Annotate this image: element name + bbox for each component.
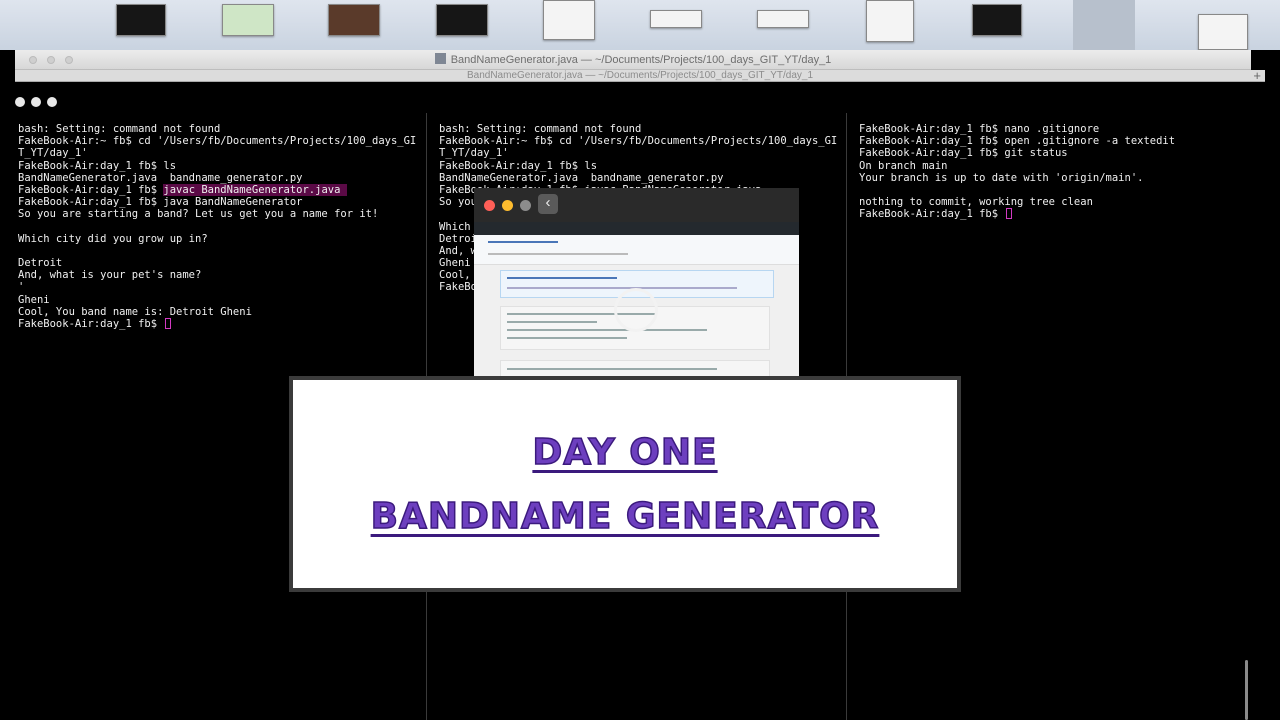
terminal-title: BandNameGenerator.java — ~/Documents/Pro… [466,70,813,81]
terminal-line: And, what is your pet's name? [18,269,202,282]
minimize-button[interactable] [502,200,513,211]
terminal-line: bash: Setting: command not found [439,123,642,135]
placeholder-line [488,241,558,243]
terminal-cursor [165,318,172,329]
github-repo-header [474,235,799,265]
terminal-line: FakeBook-Air:day_1 fb$ [859,208,1254,220]
close-button[interactable] [15,97,25,107]
terminal-line: FakeBook-Air:day_1 fb$ git status [859,147,1068,160]
terminal-line: FakeBook-Air:day_1 fb$ open .gitignore -… [859,135,1176,148]
window-thumbnail[interactable] [222,4,274,36]
window-thumbnail[interactable] [866,0,914,42]
terminal-line: Which city did you grow up in? [18,232,208,245]
terminal-line: FakeBook-Air:day_1 fb$ javac BandNameGen… [18,183,423,196]
github-navbar [474,222,799,235]
terminal-line: Detroit [18,257,63,270]
placeholder-line [507,368,717,370]
window-thumbnail[interactable] [543,0,595,40]
window-thumbnail-strip [0,0,1280,50]
placeholder-line [507,277,617,279]
window-thumbnail[interactable] [436,4,488,36]
terminal-output: FakeBook-Air:day_1 fb$ nano .gitignore Fa… [859,113,1254,221]
placeholder-line [507,337,627,339]
window-thumbnail-selected[interactable] [1073,0,1135,50]
terminal-line: bash: Setting: command not found [18,123,221,135]
terminal-line: T_YT/day_1' [18,147,88,160]
window-thumbnail[interactable] [650,10,702,28]
terminal-line: FakeBook-Air:day_1 fb$ nano .gitignore [859,123,1100,135]
java-file-icon [434,53,446,64]
window-thumbnail[interactable] [116,4,166,36]
terminal-line: BandNameGenerator.java bandname_generato… [439,171,724,184]
title-card: Day One Bandname Generator [289,376,961,592]
terminal-line: FakeBook-Air:day_1 fb$ ls [439,159,598,172]
placeholder-line [507,329,707,331]
scrollbar-thumb[interactable] [1245,660,1248,720]
terminal-line: FakeBook-Air:day_1 fb$ ls [18,159,177,172]
editor-titlebar[interactable]: BandNameGenerator.java — ~/Documents/Pro… [15,50,1251,70]
window-title-text: BandNameGenerator.java — ~/Documents/Pro… [450,54,832,66]
title-line-project: Bandname Generator [293,495,957,538]
preview-toolbar: ‹ [474,188,799,222]
screenshot-preview[interactable]: ‹ [474,188,799,378]
close-button[interactable] [484,200,495,211]
terminal-line: T_YT/day_1' [439,147,509,160]
terminal-line: Cool, You band name is: Detroit Gheni [18,305,252,318]
terminal-line: On branch main [859,159,948,172]
terminal-line: FakeBook-Air:~ fb$ cd '/Users/fb/Documen… [439,135,838,148]
placeholder-line [507,287,737,289]
window-thumbnail[interactable] [972,4,1022,36]
minimize-button[interactable] [31,97,41,107]
title-line-day: Day One [293,431,957,474]
highlighted-command: javac BandNameGenerator.java [163,183,347,196]
prompt-text: FakeBook-Air:day_1 fb$ [18,183,164,196]
prompt-text: FakeBook-Air:day_1 fb$ [18,318,164,330]
terminal-line: Gheni [18,293,50,306]
prompt-text: FakeBook-Air:day_1 fb$ [859,208,1005,221]
window-title: BandNameGenerator.java — ~/Documents/Pro… [15,53,1251,66]
day-one-text: Day One [532,431,718,474]
terminal-line: ' [18,281,25,294]
spinner-icon [614,288,658,332]
zoom-button[interactable] [520,200,531,211]
project-name-text: Bandname Generator [370,495,880,538]
terminal-line: BandNameGenerator.java bandname_generato… [18,171,303,184]
window-thumbnail[interactable] [757,10,809,28]
window-thumbnail[interactable] [1198,14,1248,50]
chevron-left-icon[interactable]: ‹ [538,194,558,214]
terminal-output: bash: Setting: command not found FakeBook… [18,113,423,330]
terminal-titlebar[interactable]: BandNameGenerator.java — ~/Documents/Pro… [15,70,1265,82]
plus-icon[interactable]: + [1253,70,1261,81]
terminal-window-controls [15,94,63,112]
placeholder-line [488,253,628,255]
zoom-button[interactable] [47,97,57,107]
terminal-line: FakeBook-Air:~ fb$ cd '/Users/fb/Documen… [18,135,417,148]
terminal-line: nothing to commit, working tree clean [859,196,1093,209]
terminal-line: Your branch is up to date with 'origin/m… [859,171,1144,184]
window-thumbnail[interactable] [328,4,380,36]
terminal-cursor [1006,208,1013,220]
terminal-line: So you are starting a band? Let us get y… [18,208,379,221]
terminal-line: FakeBook-Air:day_1 fb$ java BandNameGene… [18,196,303,209]
placeholder-line [507,321,597,323]
terminal-line: FakeBook-Air:day_1 fb$ [18,318,423,330]
